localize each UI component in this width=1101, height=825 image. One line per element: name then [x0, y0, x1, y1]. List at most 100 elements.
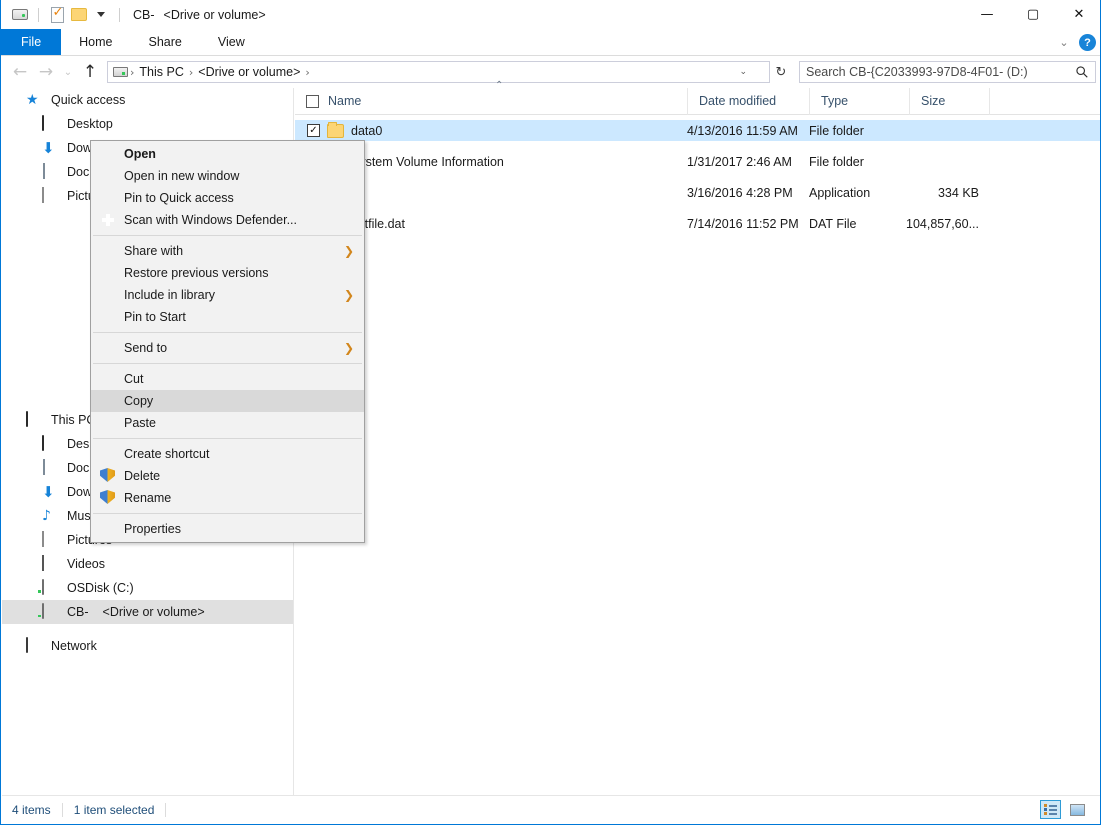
submenu-arrow-icon: ❯	[344, 244, 354, 258]
large-icons-view-button[interactable]	[1067, 800, 1088, 819]
drive-icon[interactable]	[9, 4, 31, 26]
menu-item-send-to[interactable]: Send to ❯	[91, 337, 364, 359]
tab-file[interactable]: File	[1, 29, 61, 55]
table-row[interactable]: testfile.dat 7/14/2016 11:52 PM DAT File…	[295, 213, 1101, 234]
uac-shield-icon	[100, 468, 116, 484]
chevron-down-icon[interactable]: ⌄	[1053, 32, 1075, 54]
menu-item-restore-previous-versions[interactable]: Restore previous versions	[91, 262, 364, 284]
minimize-button[interactable]: —	[964, 0, 1010, 29]
back-button[interactable]: ←	[7, 59, 33, 85]
breadcrumb-bar[interactable]: › This PC › <Drive or volume> › ⌄	[107, 61, 770, 83]
sort-ascending-icon: ⌃	[495, 80, 503, 91]
menu-separator	[93, 332, 362, 333]
menu-separator	[93, 513, 362, 514]
menu-item-scan-with-windows-defender[interactable]: Scan with Windows Defender...	[91, 209, 364, 231]
music-icon: ♪	[42, 508, 59, 525]
file-size-cell: 334 KB	[909, 182, 989, 203]
file-explorer-window: CB- <Drive or volume> — ▢ ✕ File Home Sh…	[0, 0, 1101, 825]
row-checkbox[interactable]: ✓	[307, 124, 320, 137]
breadcrumb-separator-0[interactable]: ›	[128, 66, 136, 79]
sidebar-item-cb-drive[interactable]: CB- <Drive or volume>	[2, 600, 293, 624]
menu-item-pin-to-start[interactable]: Pin to Start	[91, 306, 364, 328]
sidebar-item-quick-desktop[interactable]: Desktop	[2, 112, 293, 136]
menu-item-delete[interactable]: Delete	[91, 465, 364, 487]
window-controls: — ▢ ✕	[964, 0, 1101, 29]
menu-separator	[93, 438, 362, 439]
sidebar-item-label: This PC	[51, 413, 95, 427]
window-title-prefix: CB-	[133, 8, 155, 22]
menu-item-copy[interactable]: Copy	[91, 390, 364, 412]
breadcrumb-separator-1[interactable]: ›	[187, 66, 195, 79]
menu-item-create-shortcut[interactable]: Create shortcut	[91, 443, 364, 465]
breadcrumb-drive-icon	[113, 67, 128, 77]
menu-item-pin-to-quick-access[interactable]: Pin to Quick access	[91, 187, 364, 209]
breadcrumb-this-pc[interactable]: This PC	[136, 65, 186, 79]
qat-divider-2	[119, 8, 120, 22]
menu-item-cut[interactable]: Cut	[91, 368, 364, 390]
tab-view[interactable]: View	[200, 29, 263, 55]
sidebar-item-label: OSDisk (C:)	[67, 581, 134, 595]
customize-qat-caret-icon[interactable]	[90, 4, 112, 26]
uac-shield-icon	[100, 490, 116, 506]
menu-item-open-in-new-window[interactable]: Open in new window	[91, 165, 364, 187]
sidebar-item-videos[interactable]: Videos	[2, 552, 293, 576]
file-name-cell: ✓ data0	[295, 120, 687, 141]
this-pc-icon	[26, 412, 43, 429]
table-row[interactable]: 3/16/2016 4:28 PM Application 334 KB	[295, 182, 1101, 203]
recent-locations-button[interactable]: ⌄	[59, 59, 77, 85]
menu-item-include-in-library[interactable]: Include in library ❯	[91, 284, 364, 306]
column-header-name[interactable]: Name ⌃	[295, 88, 687, 115]
menu-item-label: Include in library	[124, 288, 215, 302]
column-header-blank	[989, 88, 1099, 115]
details-view-button[interactable]	[1040, 800, 1061, 819]
sidebar-item-label: Network	[51, 639, 97, 653]
menu-item-label: Send to	[124, 341, 167, 355]
refresh-button[interactable]: ↻	[770, 59, 792, 85]
search-icon[interactable]	[1075, 65, 1089, 79]
help-icon[interactable]: ?	[1079, 34, 1096, 51]
maximize-button[interactable]: ▢	[1010, 0, 1056, 29]
menu-item-paste[interactable]: Paste	[91, 412, 364, 434]
ribbon-right-controls: ⌄ ?	[1053, 29, 1096, 56]
sidebar-item-network[interactable]: Network	[2, 634, 293, 658]
menu-item-rename[interactable]: Rename	[91, 487, 364, 509]
forward-button[interactable]: →	[33, 59, 59, 85]
close-button[interactable]: ✕	[1056, 0, 1101, 29]
picture-icon	[42, 532, 59, 549]
document-icon	[42, 460, 59, 477]
monitor-icon	[42, 436, 59, 453]
column-header-label: Date modified	[699, 94, 776, 108]
table-row[interactable]: System Volume Information 1/31/2017 2:46…	[295, 151, 1101, 172]
search-box[interactable]: Search CB-{C2033993-97D8-4F01- (D:)	[799, 61, 1096, 83]
menu-item-label: Rename	[124, 491, 171, 505]
window-title-main: <Drive or volume>	[164, 8, 266, 22]
column-header-label: Name	[328, 94, 361, 108]
address-dropdown-icon[interactable]: ⌄	[739, 67, 747, 77]
status-item-count: 4 items	[12, 803, 51, 817]
menu-item-share-with[interactable]: Share with ❯	[91, 240, 364, 262]
column-header-date-modified[interactable]: Date modified	[687, 88, 809, 115]
table-row[interactable]: ✓ data0 4/13/2016 11:59 AM File folder	[295, 120, 1101, 141]
column-header-type[interactable]: Type	[809, 88, 909, 115]
column-header-size[interactable]: Size	[909, 88, 989, 115]
tab-home[interactable]: Home	[61, 29, 130, 55]
menu-item-open[interactable]: Open	[91, 143, 364, 165]
menu-item-properties[interactable]: Properties	[91, 518, 364, 540]
menu-item-label: Delete	[124, 469, 160, 483]
breadcrumb-separator-2[interactable]: ›	[303, 66, 311, 79]
windows-defender-icon	[100, 212, 116, 228]
sidebar-item-quick-access[interactable]: ★ Quick access	[2, 88, 293, 112]
file-size-cell: 104,857,60...	[909, 213, 989, 234]
file-name: data0	[351, 124, 382, 138]
quick-access-toolbar	[1, 4, 127, 26]
breadcrumb-drive[interactable]: <Drive or volume>	[195, 65, 303, 79]
sidebar-item-osdisk[interactable]: OSDisk (C:)	[2, 576, 293, 600]
download-icon: ⬇	[42, 140, 59, 157]
new-folder-icon[interactable]	[68, 4, 90, 26]
up-button[interactable]: ↑	[77, 59, 103, 85]
tab-share[interactable]: Share	[131, 29, 200, 55]
properties-icon[interactable]	[46, 4, 68, 26]
select-all-checkbox[interactable]	[306, 95, 319, 108]
status-divider-1	[62, 803, 63, 817]
file-type-cell: Application	[809, 182, 909, 203]
